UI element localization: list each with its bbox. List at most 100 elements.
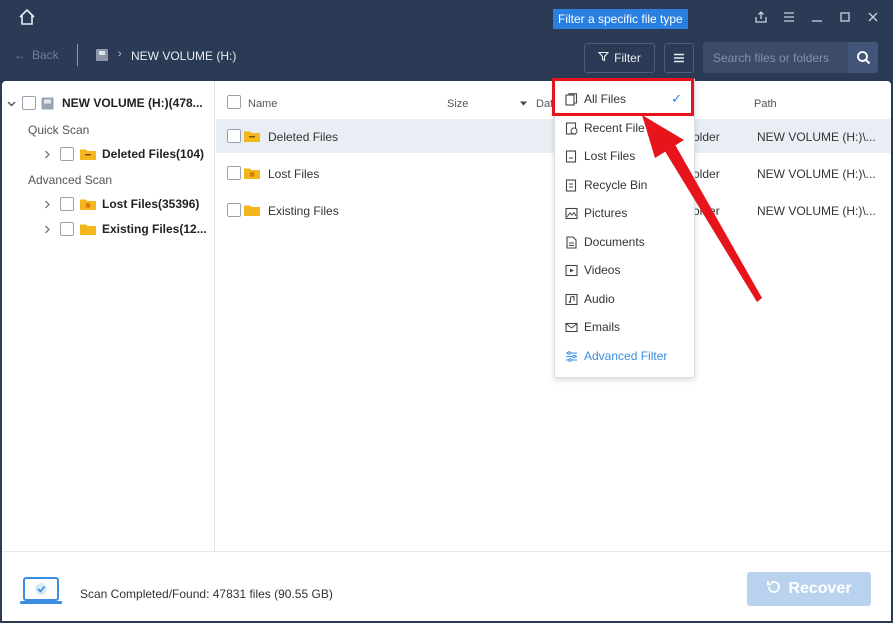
quick-scan-label: Quick Scan xyxy=(28,123,90,137)
back-arrow-icon: ← xyxy=(14,48,26,62)
recycle-bin-icon xyxy=(565,178,578,192)
row-type: older xyxy=(693,130,720,144)
videos-icon xyxy=(565,264,578,277)
filter-option-videos[interactable]: Videos xyxy=(555,256,694,284)
filter-option-label: Advanced Filter xyxy=(584,349,668,363)
close-icon[interactable] xyxy=(861,6,885,28)
row-checkbox[interactable] xyxy=(227,203,241,217)
filter-tooltip: Filter a specific file type xyxy=(553,9,688,29)
search-input[interactable] xyxy=(703,42,848,73)
row-type: older xyxy=(693,167,720,181)
scan-complete-icon xyxy=(20,576,62,606)
chevron-right-icon: › xyxy=(118,48,122,60)
folder-icon xyxy=(80,223,96,235)
breadcrumb[interactable]: NEW VOLUME (H:) xyxy=(131,49,236,63)
filter-option-pictures[interactable]: Pictures xyxy=(555,199,694,227)
chevron-down-icon[interactable] xyxy=(4,96,18,110)
search-box xyxy=(703,42,878,73)
recover-button[interactable]: Recover xyxy=(747,572,871,606)
root-checkbox[interactable] xyxy=(22,96,36,110)
highlight-box xyxy=(552,78,694,116)
lost-folder-icon xyxy=(244,167,260,179)
search-button[interactable] xyxy=(848,42,878,73)
filter-option-emails[interactable]: Emails xyxy=(555,313,694,341)
nav-bar: ← Back › NEW VOLUME (H:) Filter xyxy=(0,34,893,81)
row-path: NEW VOLUME (H:)\... xyxy=(757,130,876,144)
lost-folder-icon xyxy=(80,198,96,210)
chevron-right-icon[interactable] xyxy=(40,222,54,236)
chevron-right-icon[interactable] xyxy=(40,197,54,211)
list-view-button[interactable] xyxy=(664,43,694,73)
row-type: older xyxy=(693,204,720,218)
recent-files-icon xyxy=(565,121,578,135)
emails-icon xyxy=(565,321,578,334)
column-date[interactable]: Dat xyxy=(536,98,553,110)
filter-dropdown: All Files ✓ Recent File Lost Files Recyc… xyxy=(554,78,695,378)
status-bar: Scan Completed/Found: 47831 files (90.55… xyxy=(2,551,891,621)
tree-item-checkbox[interactable] xyxy=(60,222,74,236)
audio-icon xyxy=(565,293,578,306)
tree-item-checkbox[interactable] xyxy=(60,197,74,211)
filter-option-label: Emails xyxy=(584,320,621,334)
row-name: Deleted Files xyxy=(268,130,339,144)
deleted-folder-icon xyxy=(244,130,260,142)
column-name[interactable]: Name xyxy=(248,98,277,110)
filter-option-recycle-bin[interactable]: Recycle Bin xyxy=(555,171,694,199)
advanced-filter-icon xyxy=(565,350,578,363)
row-path: NEW VOLUME (H:)\... xyxy=(757,167,876,181)
share-icon[interactable] xyxy=(749,6,773,28)
row-checkbox[interactable] xyxy=(227,166,241,180)
deleted-folder-icon xyxy=(80,148,96,160)
drive-icon xyxy=(41,97,54,110)
back-button[interactable]: ← Back xyxy=(14,48,59,62)
tree-item-label: Deleted Files(104) xyxy=(102,147,205,161)
filter-option-label: Audio xyxy=(584,292,615,306)
tree-item-deleted-files[interactable]: Deleted Files(104) xyxy=(40,144,204,164)
tree-item-checkbox[interactable] xyxy=(60,147,74,161)
funnel-icon xyxy=(597,51,610,65)
sort-down-icon[interactable] xyxy=(520,98,527,110)
select-all-checkbox[interactable] xyxy=(227,95,241,109)
documents-icon xyxy=(565,235,578,249)
filter-option-audio[interactable]: Audio xyxy=(555,285,694,313)
scan-status-text: Scan Completed/Found: 47831 files (90.55… xyxy=(80,587,333,601)
drive-icon xyxy=(95,48,109,62)
minimize-icon[interactable] xyxy=(805,6,829,28)
recover-icon xyxy=(766,579,782,600)
tree-item-label: Lost Files(35396) xyxy=(102,197,200,211)
tree-item-label: Existing Files(12... xyxy=(102,222,207,236)
filter-option-label: Videos xyxy=(584,263,621,277)
advanced-scan-label: Advanced Scan xyxy=(28,173,113,187)
column-path[interactable]: Path xyxy=(754,98,777,110)
filter-label: Filter xyxy=(614,51,641,65)
row-name: Lost Files xyxy=(268,167,320,181)
home-icon[interactable] xyxy=(16,6,38,28)
filter-option-label: Pictures xyxy=(584,206,628,220)
tree-item-lost-files[interactable]: Lost Files(35396) xyxy=(40,194,199,214)
title-bar: Filter a specific file type xyxy=(0,0,893,34)
tree-item-existing-files[interactable]: Existing Files(12... xyxy=(40,219,207,239)
column-size[interactable]: Size xyxy=(447,98,468,110)
filter-option-advanced-filter[interactable]: Advanced Filter xyxy=(555,342,694,370)
filter-button[interactable]: Filter xyxy=(584,43,655,73)
filter-option-label: Documents xyxy=(584,235,645,249)
back-label: Back xyxy=(32,48,59,62)
menu-icon[interactable] xyxy=(777,6,801,28)
chevron-right-icon[interactable] xyxy=(40,147,54,161)
row-checkbox[interactable] xyxy=(227,129,241,143)
nav-divider xyxy=(77,44,78,66)
filter-option-lost-files[interactable]: Lost Files xyxy=(555,142,694,170)
maximize-icon[interactable] xyxy=(833,6,857,28)
sidebar: NEW VOLUME (H:)(478... Quick Scan Delete… xyxy=(2,81,215,551)
search-icon xyxy=(856,51,870,65)
row-path: NEW VOLUME (H:)\... xyxy=(757,204,876,218)
pictures-icon xyxy=(565,207,578,220)
filter-option-recent-files[interactable]: Recent File xyxy=(555,114,694,142)
list-icon xyxy=(674,53,684,63)
recover-label: Recover xyxy=(788,580,852,597)
filter-option-label: Recent File xyxy=(584,121,645,135)
filter-option-documents[interactable]: Documents xyxy=(555,228,694,256)
filter-option-label: Lost Files xyxy=(584,149,636,163)
row-name: Existing Files xyxy=(268,204,339,218)
tree-root[interactable]: NEW VOLUME (H:)(478... xyxy=(2,93,203,113)
